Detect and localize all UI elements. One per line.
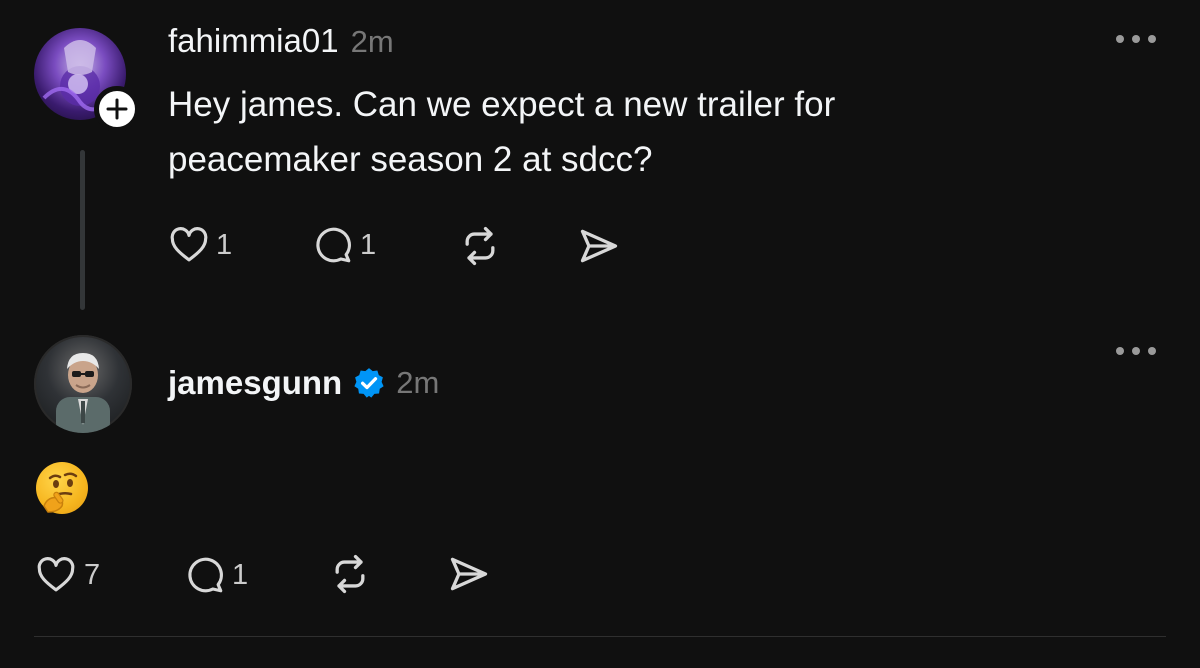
avatar-image — [56, 353, 110, 433]
speech-bubble-icon — [188, 557, 223, 593]
repost-icon — [465, 226, 495, 266]
more-button[interactable] — [1116, 34, 1156, 44]
thinking-face-icon — [36, 462, 88, 514]
like-button[interactable]: 1 — [168, 224, 232, 266]
repost-button[interactable] — [458, 224, 502, 268]
thread-line — [80, 150, 85, 310]
send-icon — [450, 557, 488, 591]
more-dot — [1132, 347, 1140, 355]
more-button[interactable] — [1116, 346, 1156, 356]
send-icon — [580, 229, 618, 263]
speech-bubble-icon — [316, 227, 351, 263]
more-dot — [1132, 35, 1140, 43]
more-dots-icon — [1116, 35, 1124, 43]
share-button[interactable] — [576, 224, 622, 268]
post-text-line: Hey james. Can we expect a new trailer f… — [168, 85, 836, 124]
timestamp[interactable]: 2m — [396, 365, 439, 401]
reply-button[interactable]: 1 — [312, 224, 376, 266]
verified-badge-icon — [354, 368, 384, 398]
emoji-face — [43, 472, 78, 513]
post-text-line: peacemaker season 2 at sdcc? — [168, 140, 653, 179]
share-button[interactable] — [446, 552, 492, 596]
more-dots-icon — [1116, 347, 1124, 355]
like-count: 1 — [216, 228, 233, 261]
post-header: jamesgunn 2m — [168, 364, 439, 402]
more-dot — [1148, 35, 1156, 43]
reply-button[interactable]: 1 — [184, 554, 248, 596]
divider — [34, 636, 1166, 637]
like-count: 7 — [84, 558, 101, 591]
heart-icon — [37, 557, 75, 592]
repost-button[interactable] — [328, 552, 372, 596]
plus-icon — [106, 98, 128, 120]
post-text: Hey james. Can we expect a new trailer f… — [168, 77, 835, 187]
avatar-jamesgunn[interactable] — [34, 335, 132, 433]
like-button[interactable]: 7 — [34, 554, 100, 596]
reply-count: 1 — [360, 228, 377, 261]
reply-count: 1 — [232, 558, 249, 591]
username[interactable]: fahimmia01 — [168, 22, 339, 60]
more-dot — [1148, 347, 1156, 355]
timestamp[interactable]: 2m — [351, 24, 394, 60]
post-header: fahimmia01 2m — [168, 22, 394, 60]
repost-icon — [335, 554, 365, 594]
heart-icon — [170, 227, 208, 262]
follow-button[interactable] — [94, 86, 140, 132]
username[interactable]: jamesgunn — [168, 364, 342, 402]
